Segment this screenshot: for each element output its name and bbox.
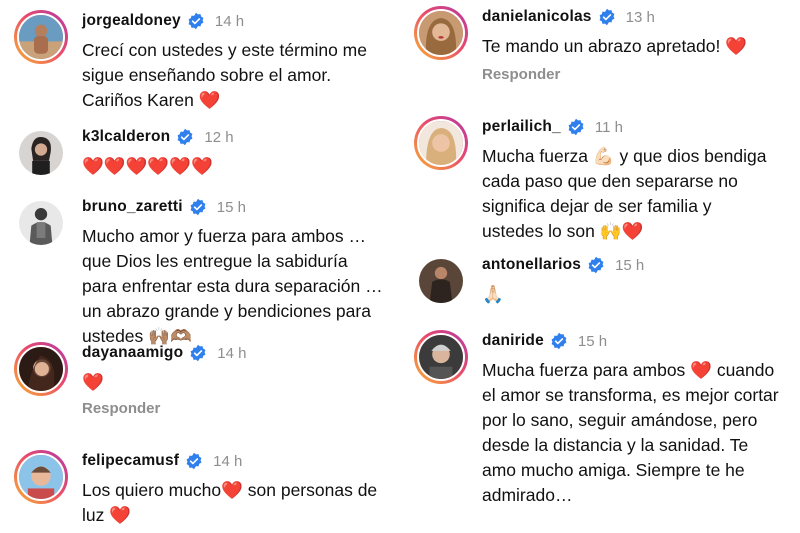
timestamp: 15 h [615, 256, 645, 274]
username[interactable]: antonellarios [482, 256, 581, 274]
timestamp: 14 h [214, 12, 245, 30]
comment-text: 🙏🏻 [482, 284, 504, 304]
avatar-photo-icon [417, 9, 465, 57]
username[interactable]: danielanicolas [482, 8, 592, 26]
avatar-photo-icon [17, 199, 65, 247]
comment-header: bruno_zaretti 15 h [82, 198, 246, 216]
avatar-photo-icon [417, 119, 465, 167]
comment-header: k3lcalderon 12 h [82, 128, 234, 146]
comment-text: ❤️❤️❤️❤️❤️❤️ [82, 156, 213, 176]
comment-text: Mucha fuerza 💪🏻 y que dios bendiga cada … [482, 146, 767, 241]
avatar-photo-icon [17, 345, 65, 393]
avatar[interactable] [14, 342, 68, 396]
right-comment-column: danielanicolas 13 h Te mando un abrazo a… [400, 0, 800, 533]
timestamp: 15 h [216, 198, 246, 216]
verified-badge-icon [568, 118, 584, 136]
comment-text: Mucha fuerza para ambos ❤️ cuando el amo… [482, 360, 779, 505]
comment-text: Mucho amor y fuerza para ambos … que Dio… [82, 226, 383, 346]
username[interactable]: k3lcalderon [82, 128, 170, 146]
comment-header: jorgealdoney 14 h [82, 12, 244, 30]
username[interactable]: jorgealdoney [82, 12, 181, 30]
timestamp: 12 h [204, 128, 234, 146]
timestamp: 14 h [213, 452, 243, 470]
comment-text: Te mando un abrazo apretado! ❤️ [482, 36, 748, 56]
avatar[interactable] [414, 116, 468, 170]
timestamp: 11 h [594, 118, 623, 136]
left-comment-column: jorgealdoney 14 h Crecí con ustedes y es… [0, 0, 400, 533]
username[interactable]: felipecamusf [82, 452, 179, 470]
username[interactable]: dayanaamigo [82, 344, 183, 362]
comment-text: Los quiero mucho❤️ son personas de luz ❤… [82, 480, 378, 525]
avatar[interactable] [14, 196, 68, 250]
avatar-photo-icon [17, 13, 65, 61]
timestamp: 15 h [577, 332, 608, 350]
avatar-photo-icon [417, 257, 465, 305]
verified-badge-icon [599, 8, 615, 26]
avatar[interactable] [414, 254, 468, 308]
comment-header: perlailich_ 11 h [482, 118, 623, 136]
avatar-photo-icon [417, 333, 465, 381]
verified-badge-icon [186, 452, 202, 470]
verified-badge-icon [188, 12, 204, 30]
avatar-photo-icon [17, 129, 65, 177]
timestamp: 13 h [625, 8, 655, 26]
comment-header: antonellarios 15 h [482, 256, 644, 274]
avatar[interactable] [414, 6, 468, 60]
verified-badge-icon [551, 332, 567, 350]
timestamp: 14 h [217, 344, 247, 362]
verified-badge-icon [190, 198, 206, 216]
comment-header: daniride 15 h [482, 332, 607, 350]
username[interactable]: bruno_zaretti [82, 198, 183, 216]
verified-badge-icon [190, 344, 206, 362]
verified-badge-icon [588, 256, 604, 274]
reply-button[interactable]: Responder [482, 66, 560, 83]
comment-header: dayanaamigo 14 h [82, 344, 246, 362]
avatar[interactable] [414, 330, 468, 384]
comment-text: ❤️ [82, 372, 104, 392]
comment-text: Crecí con ustedes y este término me sigu… [82, 40, 367, 110]
avatar[interactable] [14, 450, 68, 504]
comment-header: felipecamusf 14 h [82, 452, 242, 470]
verified-badge-icon [177, 128, 193, 146]
username[interactable]: daniride [482, 332, 544, 350]
avatar[interactable] [14, 10, 68, 64]
reply-button[interactable]: Responder [82, 400, 160, 417]
comment-header: danielanicolas 13 h [482, 8, 655, 26]
username[interactable]: perlailich_ [482, 118, 561, 136]
avatar[interactable] [14, 126, 68, 180]
avatar-photo-icon [17, 453, 65, 501]
